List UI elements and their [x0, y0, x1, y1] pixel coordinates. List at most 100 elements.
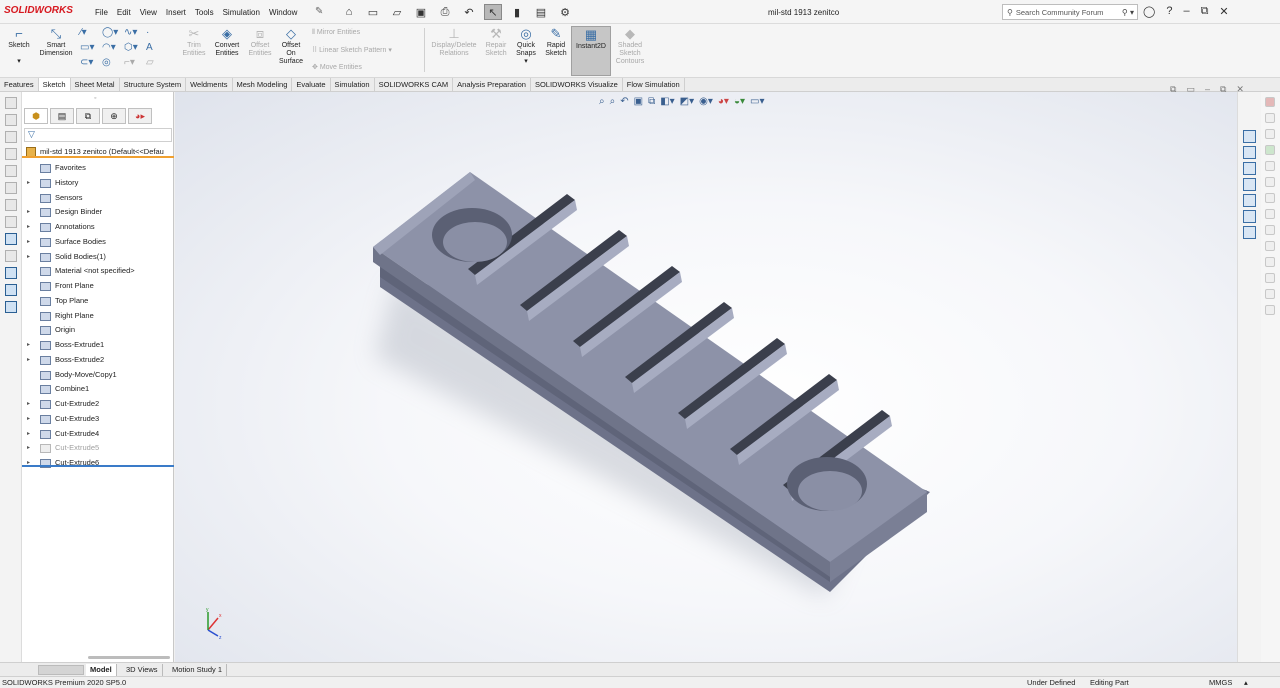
move-entities-button[interactable]: ✥ Move Entities [312, 63, 362, 71]
palette-icon[interactable] [1265, 129, 1275, 139]
file-properties-icon[interactable]: ▤ [532, 4, 550, 20]
palette-icon[interactable] [1265, 225, 1275, 235]
plane-icon[interactable]: ▱ [146, 57, 168, 68]
strip-tool-icon[interactable] [5, 97, 17, 109]
minimize-icon[interactable]: – [1183, 5, 1189, 18]
tab-mesh-modeling[interactable]: Mesh Modeling [233, 78, 293, 91]
restore-icon[interactable]: ⧉ [1201, 5, 1209, 18]
tab-features[interactable]: Features [0, 78, 39, 91]
feature-tree-item[interactable]: ▸ Solid Bodies(1) [22, 250, 174, 265]
save-icon[interactable]: ▣ [412, 4, 430, 20]
feature-tree-item[interactable]: ▸ Surface Bodies [22, 235, 174, 250]
feature-tree-item[interactable]: ▸ Cut-Extrude4 [22, 427, 174, 442]
offset-entities-button[interactable]: ⧈ Offset Entities [245, 26, 275, 58]
tab-sheet-metal[interactable]: Sheet Metal [71, 78, 120, 91]
menu-insert[interactable]: Insert [166, 8, 186, 17]
feature-tree-item[interactable]: Sensors [22, 191, 174, 206]
feature-tree-item[interactable]: Favorites [22, 161, 174, 176]
status-options-icon[interactable]: ▴ [1244, 677, 1248, 688]
feature-tree-item[interactable]: Front Plane [22, 279, 174, 294]
palette-icon[interactable] [1265, 273, 1275, 283]
strip-tool-icon[interactable] [5, 216, 17, 228]
viewport-expand-icon[interactable]: ⧉ [1170, 84, 1176, 95]
circle-icon[interactable]: ◯▾ [102, 27, 124, 38]
tab-weldments[interactable]: Weldments [186, 78, 233, 91]
display-delete-relations-button[interactable]: ⊥ Display/Delete Relations [428, 26, 480, 58]
home-icon[interactable]: ⌂ [340, 4, 358, 20]
viewport-split-icon[interactable]: ▭ [1186, 84, 1195, 95]
point-icon[interactable]: · [146, 27, 168, 38]
menu-file[interactable]: File [95, 8, 108, 17]
expand-arrow-icon[interactable]: ▸ [27, 397, 30, 412]
offset-on-surface-button[interactable]: ◇ Offset On Surface [277, 26, 305, 66]
expand-arrow-icon[interactable]: ▸ [27, 250, 30, 265]
feature-tree-item[interactable]: Top Plane [22, 294, 174, 309]
open-folder-icon[interactable]: ▱ [388, 4, 406, 20]
menu-window[interactable]: Window [269, 8, 297, 17]
palette-icon[interactable] [1265, 241, 1275, 251]
palette-icon[interactable] [1265, 289, 1275, 299]
repair-sketch-button[interactable]: ⚒ Repair Sketch [483, 26, 509, 58]
rapid-sketch-button[interactable]: ✎ Rapid Sketch [543, 26, 569, 58]
palette-icon[interactable] [1265, 305, 1275, 315]
tab-model[interactable]: Model [86, 664, 117, 676]
feature-tree-item[interactable]: Right Plane [22, 309, 174, 324]
quick-snaps-button[interactable]: ◎ Quick Snaps ▾ [513, 26, 539, 66]
feature-tree-item[interactable]: ▸ Cut-Extrude6 [22, 456, 174, 471]
expand-arrow-icon[interactable]: ▸ [27, 338, 30, 353]
check-icon[interactable] [5, 301, 17, 313]
expand-arrow-icon[interactable]: ▸ [27, 456, 30, 471]
unit-system[interactable]: MMGS [1209, 677, 1232, 688]
new-document-icon[interactable]: ▭ [364, 4, 382, 20]
tab-motion-study[interactable]: Motion Study 1 [168, 664, 228, 676]
part-root-node[interactable]: mil-std 1913 zenitco (Default<<Defau [22, 146, 174, 158]
expand-arrow-icon[interactable]: ▸ [27, 235, 30, 250]
feature-tree-item[interactable]: ▸ Cut-Extrude5 [22, 441, 174, 456]
palette-icon[interactable] [1265, 161, 1275, 171]
part-model[interactable] [175, 92, 1237, 662]
spline-icon[interactable]: ∿▾ [124, 27, 146, 38]
tab-solidworks-cam[interactable]: SOLIDWORKS CAM [375, 78, 454, 91]
feature-tree-item[interactable]: ▸ Annotations [22, 220, 174, 235]
design-library-icon[interactable] [1243, 146, 1256, 159]
palette-icon[interactable] [1265, 97, 1275, 107]
palette-icon[interactable] [1265, 177, 1275, 187]
strip-tool-icon[interactable] [5, 165, 17, 177]
tab-scroll-arrows[interactable] [38, 665, 84, 675]
pin-menu-icon[interactable]: ✎ [315, 6, 323, 17]
shaded-sketch-contours-button[interactable]: ◆ Shaded Sketch Contours [613, 26, 647, 66]
graphics-area[interactable]: ⌕ ⌕ ↶ ▣ ⧉ ◧▾ ◩▾ ◉▾ ◕▾ ◒▾ ▭▾ x y z [175, 92, 1237, 662]
sketch-fillet-icon[interactable]: ⌐▾ [124, 57, 146, 68]
feature-tree-item[interactable]: ▸ Boss-Extrude1 [22, 338, 174, 353]
search-community-forum[interactable]: ⚲ Search Community Forum ⚲ ▾ [1002, 4, 1138, 20]
strip-tool-icon[interactable] [5, 182, 17, 194]
feature-tree-item[interactable]: Origin [22, 323, 174, 338]
panel-collapse-handle[interactable]: ◦ [94, 95, 96, 102]
tab-structure-system[interactable]: Structure System [120, 78, 187, 91]
expand-arrow-icon[interactable]: ▸ [27, 441, 30, 456]
appearances-scenes-icon[interactable] [1243, 194, 1256, 207]
print-icon[interactable]: ⎙ [436, 4, 454, 20]
filter-icon[interactable]: ▽ [24, 128, 172, 142]
menu-simulation[interactable]: Simulation [223, 8, 260, 17]
user-account-icon[interactable]: ◯ [1143, 5, 1155, 18]
tab-simulation[interactable]: Simulation [331, 78, 375, 91]
feature-tree-item[interactable]: ▸ Boss-Extrude2 [22, 353, 174, 368]
sketch-button[interactable]: ⌐ Sketch ▾ [4, 26, 34, 66]
expand-arrow-icon[interactable]: ▸ [27, 427, 30, 442]
palette-icon[interactable] [1265, 193, 1275, 203]
mirror-entities-button[interactable]: ⫴ Mirror Entities [312, 29, 360, 37]
expand-arrow-icon[interactable]: ▸ [27, 353, 30, 368]
tab-flow-simulation[interactable]: Flow Simulation [623, 78, 685, 91]
file-explorer-icon[interactable] [1243, 162, 1256, 175]
tab-analysis-preparation[interactable]: Analysis Preparation [453, 78, 531, 91]
tree-horizontal-scrollbar[interactable] [88, 656, 170, 659]
menu-edit[interactable]: Edit [117, 8, 131, 17]
feature-tree-item[interactable]: ▸ Design Binder [22, 205, 174, 220]
strip-tool-icon[interactable] [5, 131, 17, 143]
dimxpert-tab-icon[interactable]: ⊕ [102, 108, 126, 124]
palette-icon[interactable] [1265, 145, 1275, 155]
close-icon[interactable]: ✕ [1219, 5, 1228, 18]
polygon-icon[interactable]: ⬡▾ [124, 42, 146, 53]
feature-tree-item[interactable]: ▸ Cut-Extrude3 [22, 412, 174, 427]
